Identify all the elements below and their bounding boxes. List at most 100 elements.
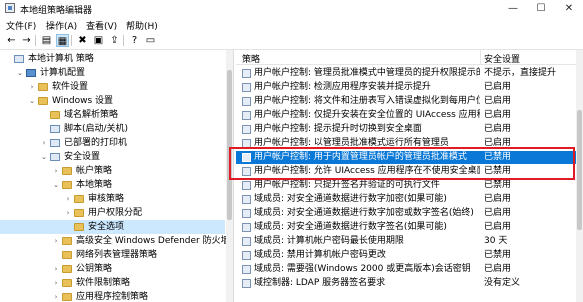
tree-item[interactable]: › 用户权限分配 xyxy=(0,206,225,220)
tree-item[interactable]: › 应用程序控制策略 xyxy=(0,290,225,302)
tree-scrollbar-thumb[interactable] xyxy=(227,70,232,220)
tree-item-label: 公钥策略 xyxy=(76,264,113,274)
policy-setting-icon xyxy=(242,83,251,92)
forward-arrow-icon[interactable]: → xyxy=(20,34,33,47)
security-setting-value: 已禁用 xyxy=(484,250,512,260)
expand-chevron-icon[interactable]: › xyxy=(40,136,48,150)
policy-setting-icon xyxy=(242,97,251,106)
table-row[interactable]: 域成员: 禁用计算机帐户密码更改 已禁用 xyxy=(236,249,576,262)
collapse-chevron-icon[interactable]: ⌄ xyxy=(40,150,48,164)
column-divider[interactable] xyxy=(480,50,481,64)
folder-icon xyxy=(62,237,72,245)
tree-item-label: Windows 设置 xyxy=(52,96,114,106)
policy-setting-icon xyxy=(242,69,251,78)
table-row[interactable]: 用户帐户控制: 提示提升时切换到安全桌面 已启用 xyxy=(236,123,576,136)
collapse-chevron-icon[interactable]: ⌄ xyxy=(52,178,60,192)
tree-item-label: 本地计算机 策略 xyxy=(28,54,94,64)
tree-item[interactable]: › 软件设置 xyxy=(0,80,225,94)
collapse-chevron-icon[interactable]: ⌄ xyxy=(16,66,24,80)
list-scrollbar-thumb[interactable] xyxy=(577,110,582,230)
export-list-icon[interactable]: ⇪ xyxy=(108,34,121,47)
close-button[interactable]: ✕ xyxy=(555,0,583,17)
tree-item[interactable]: 网络列表管理器策略 xyxy=(0,248,225,262)
expand-chevron-icon[interactable]: › xyxy=(52,164,60,178)
tree-item[interactable]: › 审核策略 xyxy=(0,192,225,206)
minimize-button[interactable]: — xyxy=(499,0,527,17)
tree-item[interactable]: 本地计算机 策略 xyxy=(0,52,225,66)
menu-help[interactable]: 帮助(H) xyxy=(126,19,158,32)
table-row[interactable]: 用户帐户控制: 检测应用程序安装并提示提升 已启用 xyxy=(236,81,576,94)
table-row[interactable]: 域成员: 对安全通道数据进行数字加密(如果可能) 已启用 xyxy=(236,193,576,206)
toolbar-separator xyxy=(123,35,124,46)
table-row[interactable]: 域成员: 对安全通道数据进行数字签名(如果可能) 已启用 xyxy=(236,221,576,234)
policy-icon xyxy=(50,153,60,161)
tree-item[interactable]: 脚本(启动/关机) xyxy=(0,122,225,136)
policy-name: 用户帐户控制: 检测应用程序安装并提示提升 xyxy=(254,82,431,92)
maximize-button[interactable]: ☐ xyxy=(527,0,555,17)
expand-chevron-icon[interactable]: › xyxy=(52,262,60,276)
folder-icon xyxy=(62,251,72,259)
security-setting-value: 已启用 xyxy=(484,124,512,134)
console-icon[interactable]: ▭ xyxy=(144,34,157,47)
computer-icon xyxy=(26,69,36,77)
navigation-tree: 本地计算机 策略 ⌄ 计算机配置 › 软件设置 ⌄ Windows 设置 域名解析策略 脚本(启… xyxy=(0,50,234,302)
back-arrow-icon[interactable]: ← xyxy=(5,34,18,47)
table-row[interactable]: 域成员: 计算机帐户密码最长使用期限 30 天 xyxy=(236,235,576,248)
policy-icon xyxy=(50,139,60,147)
policy-icon xyxy=(14,55,24,63)
table-row[interactable]: 域控制器: LDAP 服务器签名要求 没有定义 xyxy=(236,277,576,290)
help-icon[interactable]: ? xyxy=(128,34,141,47)
table-row[interactable]: 域成员: 对安全通道数据进行数字加密或数字签名(始终) 已启用 xyxy=(236,207,576,220)
tree-item[interactable]: ⌄ 计算机配置 xyxy=(0,66,225,80)
column-header-setting[interactable]: 安全设置 xyxy=(484,52,520,65)
menu-action[interactable]: 操作(A) xyxy=(46,19,77,32)
tree-item-label: 高级安全 Windows Defender 防火墙 xyxy=(76,236,230,246)
tree-item[interactable]: › 帐户策略 xyxy=(0,164,225,178)
table-row[interactable]: 用户帐户控制: 只提升签名并验证的可执行文件 已禁用 xyxy=(236,179,576,192)
table-row[interactable]: 用户帐户控制: 将文件和注册表写入错误虚拟化到每用户位置 已启用 xyxy=(236,95,576,108)
tree-item[interactable]: ⌄ 本地策略 xyxy=(0,178,225,192)
policy-setting-icon xyxy=(242,223,251,232)
tree-item[interactable]: ⌄ 安全设置 xyxy=(0,150,225,164)
tree-item[interactable]: 安全选项 xyxy=(0,220,225,234)
expand-chevron-icon[interactable]: › xyxy=(52,234,60,248)
table-row[interactable]: 域成员: 需要强(Windows 2000 或更高版本)会话密钥 已启用 xyxy=(236,263,576,276)
window-title: 本地组策略编辑器 xyxy=(20,6,93,16)
expand-chevron-icon[interactable]: › xyxy=(52,276,60,290)
tree-item[interactable]: › 已部署的打印机 xyxy=(0,136,225,150)
delete-icon[interactable]: ✖ xyxy=(76,34,89,47)
expand-chevron-icon[interactable]: › xyxy=(28,80,36,94)
folder-icon xyxy=(38,97,48,105)
column-header-policy[interactable]: 策略 xyxy=(242,52,260,65)
policy-setting-icon xyxy=(242,209,251,218)
folder-icon xyxy=(50,111,60,119)
tree-item[interactable]: › 公钥策略 xyxy=(0,262,225,276)
policy-setting-icon xyxy=(242,195,251,204)
expand-chevron-icon[interactable]: › xyxy=(52,290,60,302)
expand-chevron-icon[interactable]: › xyxy=(64,206,72,220)
folder-icon xyxy=(62,279,72,287)
menu-view[interactable]: 查看(V) xyxy=(86,19,117,32)
show-hide-tree-icon[interactable]: ▦ xyxy=(56,34,69,47)
toolbar: ← → ▤ ▦ ✖ ▣ ⇪? ▭ xyxy=(0,32,583,50)
policy-name: 用户帐户控制: 管理员批准模式中管理员的提升权限提示的... xyxy=(254,68,480,78)
tree-item[interactable]: › 软件限制策略 xyxy=(0,276,225,290)
tree-item-label: 帐户策略 xyxy=(76,166,113,176)
security-setting-value: 已启用 xyxy=(484,208,512,218)
policy-name: 用户帐户控制: 将文件和注册表写入错误虚拟化到每用户位置 xyxy=(254,96,480,106)
tree-item[interactable]: 域名解析策略 xyxy=(0,108,225,122)
properties-icon[interactable]: ▣ xyxy=(92,34,105,47)
list-scrollbar[interactable] xyxy=(576,50,583,302)
tree-item[interactable]: › 高级安全 Windows Defender 防火墙 xyxy=(0,234,230,248)
tree-item[interactable]: ⌄ Windows 设置 xyxy=(0,94,225,108)
table-row[interactable]: 用户帐户控制: 管理员批准模式中管理员的提升权限提示的... 不提示，直接提升 xyxy=(236,67,576,80)
tree-item-label: 本地策略 xyxy=(76,180,113,190)
policy-name: 域控制器: LDAP 服务器签名要求 xyxy=(254,278,386,288)
security-setting-value: 已启用 xyxy=(484,82,512,92)
menu-file[interactable]: 文件(F) xyxy=(6,19,36,32)
collapse-chevron-icon[interactable]: ⌄ xyxy=(28,94,36,108)
up-folder-icon[interactable]: ▤ xyxy=(40,34,53,47)
table-row[interactable]: 用户帐户控制: 仅提升安装在安全位置的 UIAccess 应用程序 已启用 xyxy=(236,109,576,122)
folder-icon xyxy=(74,195,84,203)
expand-chevron-icon[interactable]: › xyxy=(64,192,72,206)
